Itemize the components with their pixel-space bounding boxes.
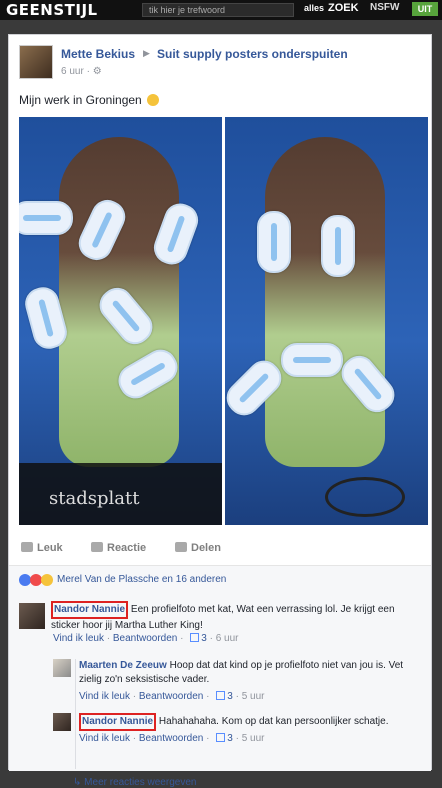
share-label: Delen: [191, 542, 221, 554]
reply-arrow-icon: ↳: [73, 777, 82, 788]
more-replies-label: Meer reacties weergeven: [84, 777, 197, 788]
avatar[interactable]: [53, 713, 71, 731]
comment-meta: Vind ik leuk · Beantwoorden · 3 · 6 uur: [53, 633, 239, 644]
reply-like-link[interactable]: Vind ik leuk: [79, 733, 130, 744]
search-button[interactable]: ZOEK: [328, 2, 359, 14]
comment-icon: [91, 542, 103, 552]
like-label: Leuk: [37, 542, 63, 554]
avatar[interactable]: [53, 659, 71, 677]
thumbs-up-icon: [21, 542, 33, 552]
reply-reply-link[interactable]: Beantwoorden: [139, 733, 204, 744]
comment-button[interactable]: Reactie: [91, 542, 146, 554]
post-time[interactable]: 6 uur · ⚙: [61, 66, 102, 77]
sanitary-pad: [281, 343, 343, 377]
poster-figure: [265, 137, 385, 467]
site-logo[interactable]: GEENSTIJL: [6, 1, 98, 19]
thumbs-up-icon: [216, 733, 226, 742]
comment-like-link[interactable]: Vind ik leuk: [53, 633, 104, 644]
comment-author[interactable]: Nandor Nannie: [51, 601, 129, 619]
comment: Nandor Nannie Een profielfoto met kat, W…: [51, 601, 425, 633]
comments-section: Nandor Nannie Een profielfoto met kat, W…: [9, 593, 431, 788]
post-photo-right[interactable]: [225, 117, 428, 525]
share-button[interactable]: Delen: [175, 542, 221, 554]
reply-time[interactable]: 5 uur: [242, 691, 265, 702]
smiley-icon: [147, 94, 160, 106]
more-replies-link[interactable]: ↳ Meer reacties weergeven: [73, 777, 196, 788]
reply-like-count[interactable]: 3: [227, 691, 233, 702]
thumbs-up-icon: [216, 691, 226, 700]
reply: Maarten De Zeeuw Hoop dat dat kind op je…: [79, 659, 423, 687]
comment-time[interactable]: 6 uur: [216, 633, 239, 644]
arrow-right-icon: ▶: [143, 48, 150, 58]
sanitary-pad: [257, 211, 291, 273]
reply-like-count[interactable]: 3: [227, 733, 233, 744]
reply-like-link[interactable]: Vind ik leuk: [79, 691, 130, 702]
comment-like-count[interactable]: 3: [201, 633, 207, 644]
globe-icon: ⚙: [92, 66, 102, 77]
comment-reply-link[interactable]: Beantwoorden: [113, 633, 178, 644]
post-photo-left[interactable]: stadsplatt: [19, 117, 222, 525]
post-actions: Leuk Reactie Delen: [9, 538, 431, 562]
avatar[interactable]: [19, 45, 53, 79]
post-card: Mette Bekius ▶ Suit supply posters onder…: [8, 34, 432, 788]
thumbs-up-icon: [190, 633, 200, 642]
banner-text: stadsplatt: [49, 488, 140, 509]
sanitary-pad: [321, 215, 355, 277]
reply: Nandor Nannie Hahahahaha. Kom op dat kan…: [79, 713, 423, 731]
reply-author[interactable]: Nandor Nannie: [79, 713, 157, 731]
haha-reaction-icon: [41, 574, 53, 586]
post-text-label: Mijn werk in Groningen: [19, 93, 142, 107]
reply-thread-line: [75, 659, 76, 769]
reply-time[interactable]: 5 uur: [242, 733, 265, 744]
comment-label: Reactie: [107, 542, 147, 554]
reply-meta: Vind ik leuk · Beantwoorden · 3 · 5 uur: [79, 691, 265, 702]
share-icon: [175, 542, 187, 552]
post-author[interactable]: Mette Bekius: [61, 47, 135, 61]
search-scope-select[interactable]: alles: [304, 3, 324, 13]
reactions-bar[interactable]: Merel Van de Plassche en 16 anderen: [9, 565, 431, 593]
reply-reply-link[interactable]: Beantwoorden: [139, 691, 204, 702]
reactions-count[interactable]: Merel Van de Plassche en 16 anderen: [57, 574, 226, 585]
post-group[interactable]: Suit supply posters onderspuiten: [157, 47, 348, 61]
sanitary-pad: [19, 201, 73, 235]
post-time-label: 6 uur: [61, 66, 84, 77]
nsfw-toggle[interactable]: UIT: [412, 2, 438, 16]
reply-author[interactable]: Maarten De Zeeuw: [79, 660, 167, 671]
like-button[interactable]: Leuk: [21, 542, 63, 554]
site-topbar: GEENSTIJL tik hier je trefwoord alles ZO…: [0, 0, 442, 20]
avatar[interactable]: [19, 603, 45, 629]
search-input[interactable]: tik hier je trefwoord: [142, 3, 294, 17]
poster-banner: stadsplatt: [19, 463, 222, 525]
nsfw-label: NSFW: [370, 2, 400, 13]
reply-meta: Vind ik leuk · Beantwoorden · 3 · 5 uur: [79, 733, 265, 744]
reply-text: Hahahahaha. Kom op dat kan persoonlijker…: [158, 716, 389, 727]
bicycle: [325, 477, 405, 517]
post-text: Mijn werk in Groningen: [19, 93, 160, 107]
